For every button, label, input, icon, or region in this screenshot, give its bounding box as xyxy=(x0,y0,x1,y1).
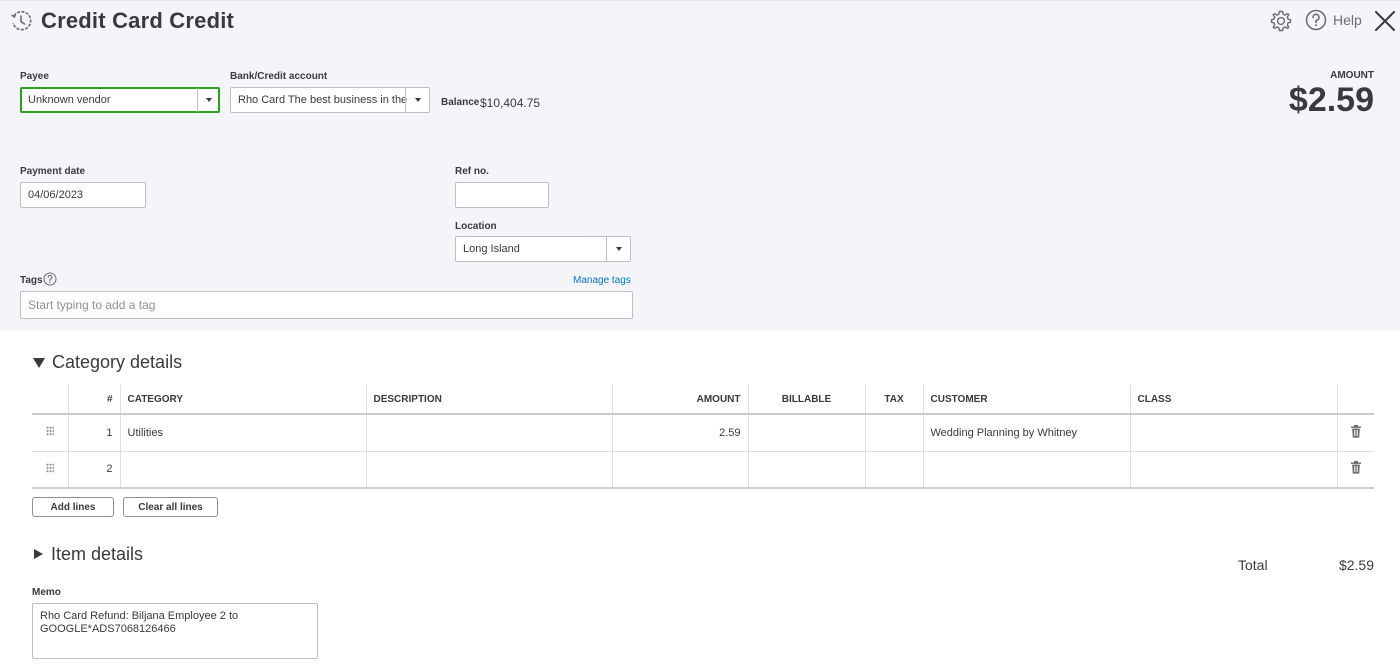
payment-date-label: Payment date xyxy=(20,166,86,177)
add-lines-button[interactable]: Add lines xyxy=(32,497,114,517)
table-row[interactable]: 2 xyxy=(32,451,1374,489)
payee-label: Payee xyxy=(20,71,49,82)
description-cell[interactable] xyxy=(365,451,612,489)
chevron-down-icon[interactable] xyxy=(405,88,429,112)
memo-textarea[interactable]: Rho Card Refund: Biljana Employee 2 to G… xyxy=(32,603,318,659)
description-cell[interactable] xyxy=(365,414,612,452)
ref-no-input[interactable] xyxy=(455,182,549,208)
page-title: Credit Card Credit xyxy=(41,8,235,33)
account-label: Bank/Credit account xyxy=(230,71,328,82)
line-number: 2 xyxy=(67,451,120,489)
manage-tags-link[interactable]: Manage tags xyxy=(573,275,631,286)
column-header-num: # xyxy=(67,385,120,415)
tags-label: Tags xyxy=(20,275,43,286)
tax-cell[interactable] xyxy=(864,451,923,489)
location-select[interactable]: Long Island xyxy=(455,236,631,262)
column-header-class: CLASS xyxy=(1129,385,1337,415)
gear-icon[interactable] xyxy=(1269,9,1293,33)
ref-no-label: Ref no. xyxy=(455,166,489,177)
class-cell[interactable] xyxy=(1129,414,1337,452)
customer-cell[interactable] xyxy=(922,451,1130,489)
payment-date-value: 04/06/2023 xyxy=(28,189,84,201)
trash-icon[interactable] xyxy=(1350,461,1362,474)
amount-cell[interactable] xyxy=(611,451,748,489)
tags-placeholder: Start typing to add a tag xyxy=(28,298,156,312)
class-cell[interactable] xyxy=(1129,451,1337,489)
balance-value: $10,404.75 xyxy=(480,96,541,110)
category-cell[interactable]: Utilities xyxy=(119,414,366,452)
total-value: $2.59 xyxy=(1338,557,1374,573)
billable-cell[interactable] xyxy=(747,451,865,489)
chevron-down-icon[interactable] xyxy=(197,88,219,112)
tags-input[interactable]: Start typing to add a tag xyxy=(20,291,633,319)
column-header-tax: TAX xyxy=(864,385,923,415)
drag-handle-icon[interactable] xyxy=(45,426,54,437)
category-table: # CATEGORY DESCRIPTION AMOUNT BILLABLE T… xyxy=(32,385,1374,489)
help-circle-icon[interactable] xyxy=(1305,9,1327,31)
trash-icon[interactable] xyxy=(1350,424,1362,438)
drag-handle-icon[interactable] xyxy=(45,462,54,473)
item-details-heading[interactable]: Item details xyxy=(51,544,143,565)
category-details-heading[interactable]: Category details xyxy=(52,352,182,373)
history-icon[interactable] xyxy=(9,9,33,33)
account-select[interactable]: Rho Card The best business in the xyxy=(230,87,430,113)
amount-value: $2.59 xyxy=(1288,81,1374,119)
category-cell[interactable] xyxy=(119,451,366,489)
column-header-category: CATEGORY xyxy=(119,385,366,415)
help-circle-icon[interactable] xyxy=(43,272,57,286)
header-panel xyxy=(0,0,1400,331)
column-header-billable: BILLABLE xyxy=(747,385,865,415)
column-header-customer: CUSTOMER xyxy=(922,385,1130,415)
table-header-row: # CATEGORY DESCRIPTION AMOUNT BILLABLE T… xyxy=(32,385,1374,415)
payee-select[interactable]: Unknown vendor xyxy=(20,87,220,113)
table-row[interactable]: 1 Utilities 2.59 Wedding Planning by Whi… xyxy=(32,414,1374,452)
billable-cell[interactable] xyxy=(747,414,865,452)
expand-triangle-icon[interactable] xyxy=(34,549,43,559)
location-label: Location xyxy=(455,221,497,232)
collapse-triangle-icon[interactable] xyxy=(33,358,45,368)
customer-cell[interactable]: Wedding Planning by Whitney xyxy=(922,414,1130,452)
delete-column-header xyxy=(1336,385,1374,415)
memo-label: Memo xyxy=(32,587,61,598)
amount-label: AMOUNT xyxy=(1330,70,1374,81)
chevron-down-icon[interactable] xyxy=(606,237,630,261)
amount-cell[interactable]: 2.59 xyxy=(611,414,748,452)
account-value: Rho Card The best business in the xyxy=(238,94,408,106)
column-header-amount: AMOUNT xyxy=(611,385,748,415)
payee-value: Unknown vendor xyxy=(28,94,111,106)
balance-label: Balance xyxy=(441,97,480,108)
drag-column-header xyxy=(32,385,68,415)
payment-date-input[interactable]: 04/06/2023 xyxy=(20,182,146,208)
tax-cell[interactable] xyxy=(864,414,923,452)
help-label[interactable]: Help xyxy=(1333,12,1362,28)
close-icon[interactable] xyxy=(1373,9,1397,33)
total-label: Total xyxy=(1238,557,1268,573)
line-number: 1 xyxy=(67,414,120,452)
clear-all-lines-button[interactable]: Clear all lines xyxy=(123,497,218,517)
location-value: Long Island xyxy=(463,243,520,255)
column-header-description: DESCRIPTION xyxy=(365,385,612,415)
